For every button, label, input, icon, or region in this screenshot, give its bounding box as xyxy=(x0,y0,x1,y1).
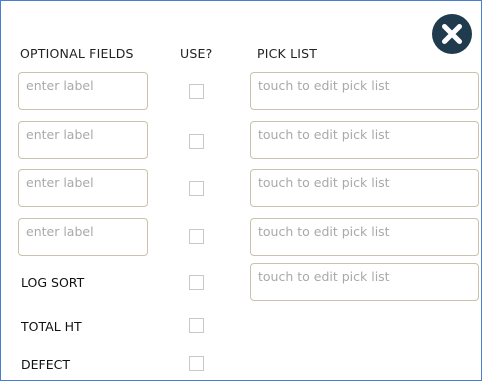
optional-field-4-label-input[interactable]: enter label xyxy=(18,218,148,256)
optional-field-3-label-input[interactable]: enter label xyxy=(18,169,148,207)
optional-field-3-use-checkbox[interactable] xyxy=(189,181,204,196)
optional-field-1-use-checkbox[interactable] xyxy=(189,84,204,99)
log-sort-label: LOG SORT xyxy=(21,275,85,290)
optional-fields-header: OPTIONAL FIELDS xyxy=(20,46,134,61)
close-icon xyxy=(442,24,462,44)
log-sort-pick-list[interactable]: touch to edit pick list xyxy=(250,263,479,301)
optional-field-1-label-input[interactable]: enter label xyxy=(18,72,148,110)
optional-field-3-pick-list[interactable]: touch to edit pick list xyxy=(250,169,479,207)
optional-field-2-label-input[interactable]: enter label xyxy=(18,121,148,159)
optional-field-4-pick-list[interactable]: touch to edit pick list xyxy=(250,218,479,256)
log-sort-use-checkbox[interactable] xyxy=(189,275,204,290)
optional-field-4-use-checkbox[interactable] xyxy=(189,229,204,244)
pick-list-header: PICK LIST xyxy=(257,46,318,61)
close-button[interactable] xyxy=(432,14,472,54)
defect-label: DEFECT xyxy=(21,357,70,372)
optional-field-1-pick-list[interactable]: touch to edit pick list xyxy=(250,72,479,110)
total-ht-use-checkbox[interactable] xyxy=(189,318,204,333)
optional-field-2-use-checkbox[interactable] xyxy=(189,134,204,149)
defect-use-checkbox[interactable] xyxy=(189,356,204,371)
optional-field-2-pick-list[interactable]: touch to edit pick list xyxy=(250,121,479,159)
use-header: USE? xyxy=(180,46,213,61)
total-ht-label: TOTAL HT xyxy=(21,319,82,334)
